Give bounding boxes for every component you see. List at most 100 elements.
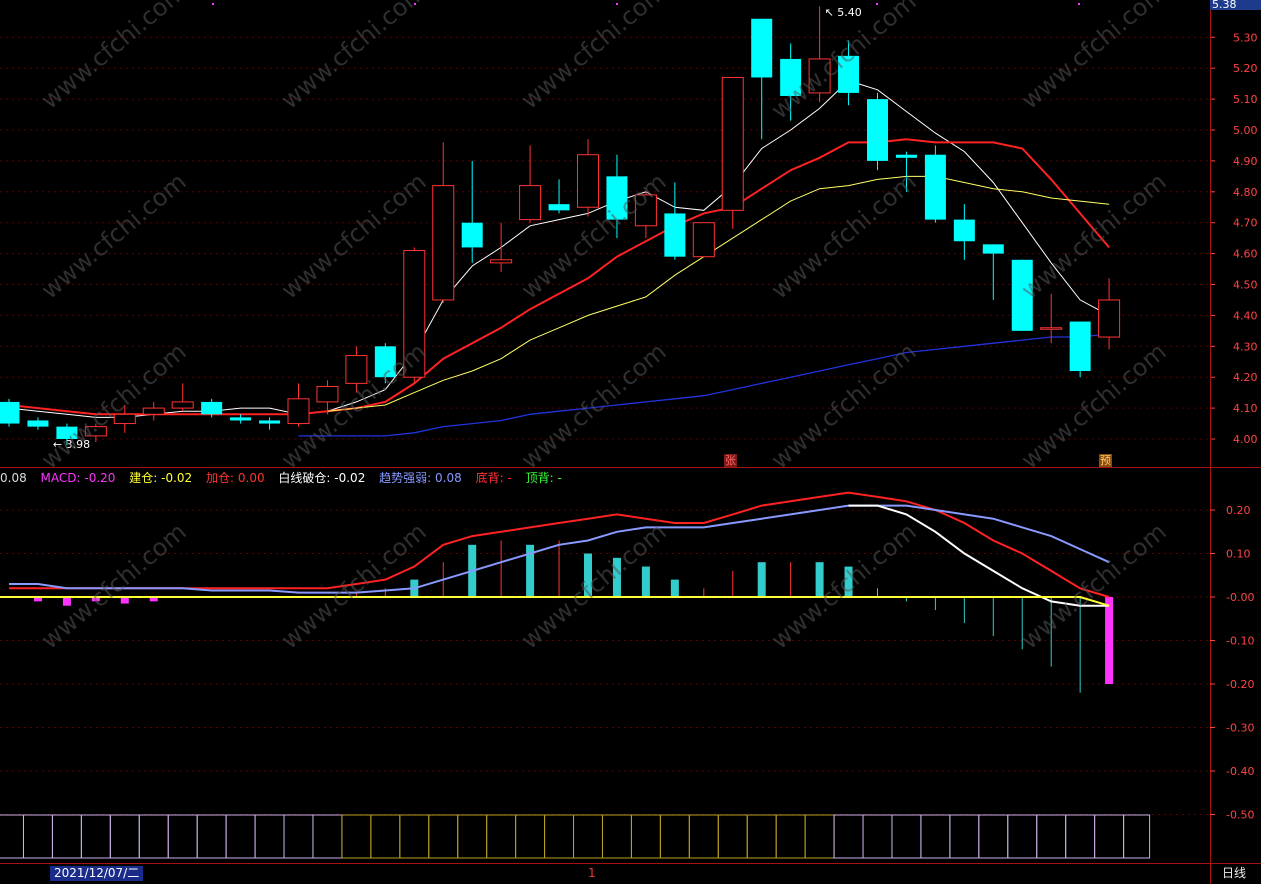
stock-chart[interactable]: 5.30 5.20 5.10 5.00 4.90 4.80 4.70 4.60 4.50 4.40… [0,0,1261,884]
candle-body [490,259,513,264]
candle-body [548,204,570,211]
signal-box [1123,814,1151,859]
price-tick-label: 5.10 [1233,93,1258,106]
macd-tick-label: -0.50 [1226,809,1254,822]
signal-box [515,814,546,859]
macd-tick-label: -0.40 [1226,765,1254,778]
signal-box [1094,814,1125,859]
macd-bar [641,566,650,597]
candle-body [519,185,542,221]
signal-box [1065,814,1096,859]
price-tick-label: 5.00 [1233,124,1258,137]
period-button[interactable]: 日线 [1222,866,1246,881]
high-price-label: ↖ 5.40 [825,6,862,19]
watermark: www.cfchi.com [36,337,192,474]
price-tick-label: 4.50 [1233,279,1258,292]
candle-body [230,417,252,421]
candle-body [432,185,455,301]
macd-tick-label: -0.10 [1226,635,1254,648]
date-label: 2021/12/07/二 [50,866,144,881]
signal-box [1036,814,1067,859]
macd-tick-label: -0.20 [1226,678,1254,691]
candle-body [461,222,483,248]
candle-body [924,154,946,220]
macd-bar [757,562,766,597]
signal-tag-yu: 预 [1099,454,1112,467]
watermark: www.cfchi.com [36,0,192,115]
signal-box [51,814,82,859]
signal-box [370,814,401,859]
signal-box [920,814,951,859]
indicator-header: 0.08 MACD: -0.20 建仓: -0.02 加仓: 0.00 白线破仓… [0,469,572,486]
candle-body [982,244,1004,254]
watermark: www.cfchi.com [1016,517,1172,654]
signal-box [833,814,864,859]
signal-box [601,814,632,859]
marker-dot [616,3,618,5]
signal-box [746,814,777,859]
signal-box [949,814,980,859]
price-tick-label: 4.30 [1233,340,1258,353]
signal-box [109,814,140,859]
price-tick-label: 4.20 [1233,371,1258,384]
watermark: www.cfchi.com [766,167,922,304]
signal-box [775,814,806,859]
watermark: www.cfchi.com [36,517,192,654]
signal-box [804,814,835,859]
price-tick-label: 4.40 [1233,309,1258,322]
candle-body [201,401,223,415]
marker-dot [1078,3,1080,5]
macd-tick-label: -0.00 [1226,591,1254,604]
signal-box [688,814,719,859]
hdr-prefix: 0.08 [0,471,27,485]
signal-box [428,814,459,859]
hdr-dibei: 底背: - [475,471,512,485]
watermark: www.cfchi.com [516,0,672,115]
signal-box [630,814,661,859]
candle-body [751,18,773,78]
candle-body [721,76,744,211]
watermark: www.cfchi.com [276,0,432,115]
signal-box [225,814,256,859]
watermark: www.cfchi.com [276,517,432,654]
candle-body [577,154,599,208]
signal-box [254,814,285,859]
candle-body [953,219,975,242]
signal-box [544,814,575,859]
cursor-index: 1 [588,866,596,880]
candle-body [664,213,686,257]
candle-body [287,398,310,425]
signal-box [196,814,227,859]
candle-body [1040,327,1063,330]
watermark: www.cfchi.com [1016,337,1172,474]
marker-dot [212,3,214,5]
candle-body [316,385,339,403]
price-tick-label: 5.20 [1233,62,1258,75]
marker-dot [876,3,878,5]
signal-box [1007,814,1038,859]
hdr-macd: MACD: -0.20 [40,471,116,485]
signal-box [659,814,690,859]
signal-box [312,814,343,859]
hdr-jiacang: 加仓: 0.00 [206,471,265,485]
signal-box [399,814,430,859]
candle-body [142,407,165,415]
signal-box [341,814,372,859]
signal-box [486,814,517,859]
watermark: www.cfchi.com [516,337,672,474]
hdr-dingbei: 顶背: - [525,471,562,485]
candle-body [1098,299,1121,338]
signal-box [891,814,922,859]
macd-tick-label: 0.10 [1226,548,1251,561]
signal-box [978,814,1009,859]
price-tick-label: 4.70 [1233,217,1258,230]
candle-body [259,420,281,424]
hdr-baixian: 白线破仓: -0.02 [278,471,366,485]
price-tick-label: 4.90 [1233,155,1258,168]
signal-box [862,814,893,859]
signal-box [22,814,53,859]
price-tick-label: 4.60 [1233,248,1258,261]
signal-box [138,814,169,859]
hdr-qushi: 趋势强弱: 0.08 [379,471,462,485]
signal-box [457,814,488,859]
